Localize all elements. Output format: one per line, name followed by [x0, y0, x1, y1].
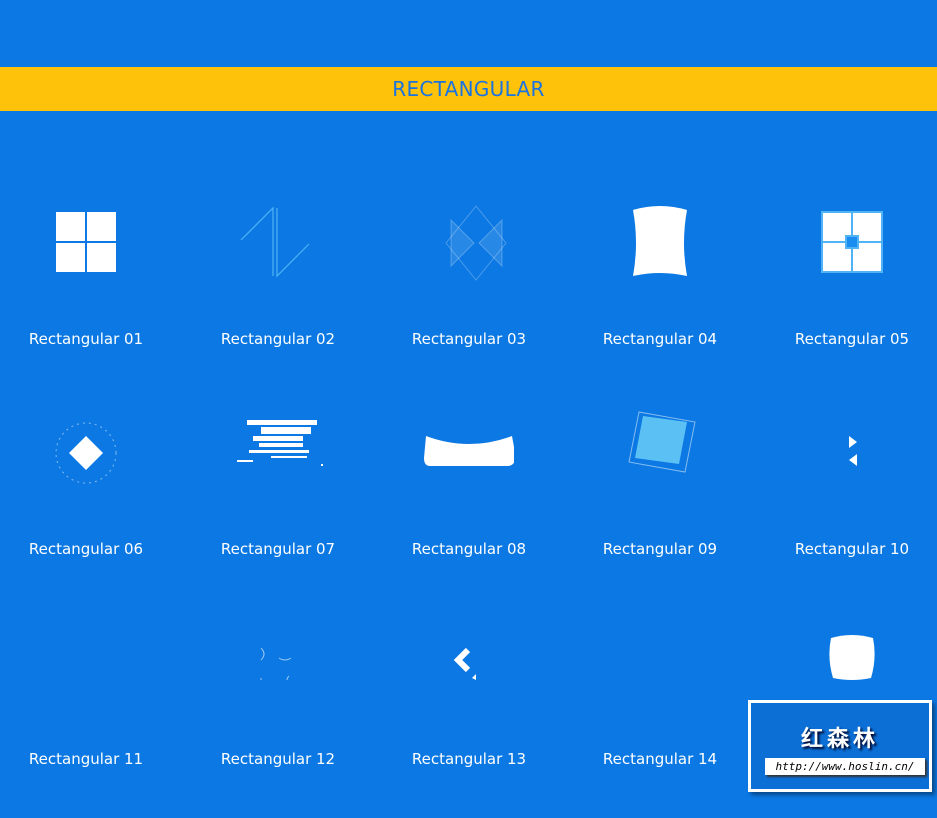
category-banner: RECTANGULAR: [0, 67, 937, 111]
empty-icon: [615, 618, 705, 708]
rounded-square-icon: [633, 206, 687, 276]
preset-item[interactable]: Rectangular 02: [188, 198, 368, 398]
preset-label: Rectangular 12: [220, 750, 336, 768]
watermark: 红森林 http://www.hoslin.cn/: [748, 700, 932, 792]
category-title: RECTANGULAR: [392, 77, 545, 101]
preset-item[interactable]: Rectangular 11: [0, 618, 176, 818]
preset-item[interactable]: Rectangular 05: [762, 198, 937, 398]
preset-item[interactable]: Rectangular 13: [379, 618, 559, 818]
preset-item[interactable]: Rectangular 10: [762, 408, 937, 608]
curved-tray-icon: [424, 436, 514, 466]
preset-label: Rectangular 02: [220, 330, 336, 348]
dotted-diamond-icon: [55, 422, 117, 484]
preset-label: Rectangular 01: [28, 330, 144, 348]
preset-label: Rectangular 08: [411, 540, 527, 558]
watermark-url: http://www.hoslin.cn/: [765, 758, 925, 775]
preset-label: Rectangular 06: [28, 540, 144, 558]
framed-cross-square-icon: [821, 211, 883, 273]
arc-fragments-icon: [260, 647, 292, 681]
preset-item[interactable]: Rectangular 14: [570, 618, 750, 818]
preset-label: Rectangular 05: [794, 330, 910, 348]
empty-icon: [41, 618, 131, 708]
rounded-square-icon: [829, 635, 875, 680]
chevron-icon: [453, 647, 476, 680]
preset-item[interactable]: Rectangular 08: [379, 408, 559, 608]
triangles-lines-icon: [445, 205, 507, 281]
preset-item[interactable]: Rectangular 12: [188, 618, 368, 818]
arrows-icon: [849, 436, 857, 466]
preset-label: Rectangular 03: [411, 330, 527, 348]
preset-label: Rectangular 04: [602, 330, 718, 348]
preset-label: Rectangular 14: [602, 750, 718, 768]
preset-item[interactable]: Rectangular 07: [188, 408, 368, 608]
zigzag-lines-icon: [240, 206, 310, 278]
halftone-square-icon: [628, 411, 696, 473]
preset-label: Rectangular 07: [220, 540, 336, 558]
preset-item[interactable]: Rectangular 03: [379, 198, 559, 398]
preset-item[interactable]: Rectangular 01: [0, 198, 176, 398]
preset-label: Rectangular 10: [794, 540, 910, 558]
stacked-bars-icon: [237, 420, 323, 466]
watermark-name: 红森林: [800, 727, 879, 752]
preset-label: Rectangular 09: [602, 540, 718, 558]
preset-label: Rectangular 11: [28, 750, 144, 768]
preset-label: Rectangular 13: [411, 750, 527, 768]
preset-item[interactable]: Rectangular 06: [0, 408, 176, 608]
four-squares-icon: [56, 212, 116, 272]
preset-item[interactable]: Rectangular 09: [570, 408, 750, 608]
preset-item[interactable]: Rectangular 04: [570, 198, 750, 398]
